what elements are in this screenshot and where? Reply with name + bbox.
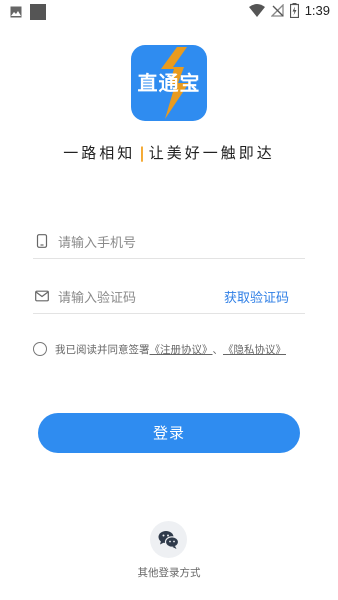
status-bar-left	[10, 4, 46, 20]
privacy-agreement-link[interactable]: 《隐私协议》	[223, 342, 286, 357]
mail-icon	[35, 290, 49, 302]
slogan: 一路相知 | 让美好一触即达	[0, 142, 338, 163]
status-time: 1:39	[304, 3, 330, 18]
battery-charging-icon	[289, 3, 299, 18]
app-logo: 直通宝	[131, 45, 207, 121]
other-login-label: 其他登录方式	[137, 567, 201, 579]
code-placeholder: 请输入验证码	[58, 291, 137, 306]
register-agreement-link[interactable]: 《注册协议》	[150, 342, 213, 357]
wechat-icon	[158, 531, 180, 549]
square-icon	[30, 4, 46, 20]
slogan-right: 让美好一触即达	[148, 144, 275, 162]
agreement-checkbox[interactable]	[33, 342, 47, 356]
logo-tile: 直通宝	[131, 45, 207, 121]
wechat-login-button[interactable]	[150, 521, 187, 558]
gallery-icon	[10, 6, 22, 18]
status-bar-right: 1:39	[248, 3, 330, 18]
agreement-prefix: 我已阅读并同意签署	[55, 343, 150, 356]
phone-icon	[36, 234, 48, 248]
agreement-row: 我已阅读并同意签署 《注册协议》 、 《隐私协议》	[33, 341, 333, 357]
slogan-left: 一路相知	[63, 144, 136, 162]
login-button[interactable]: 登录	[38, 413, 300, 453]
phone-placeholder: 请输入手机号	[58, 236, 137, 251]
logo-text: 直通宝	[137, 71, 201, 95]
no-signal-icon	[270, 4, 284, 17]
get-code-button[interactable]: 获取验证码	[224, 287, 289, 306]
status-bar: 1:39	[0, 0, 338, 24]
phone-field[interactable]: 请输入手机号	[33, 228, 305, 259]
agreement-separator: 、	[212, 343, 224, 356]
verification-code-field[interactable]: 请输入验证码 获取验证码	[33, 283, 305, 314]
wifi-icon	[248, 3, 265, 17]
slogan-separator: |	[139, 144, 145, 162]
